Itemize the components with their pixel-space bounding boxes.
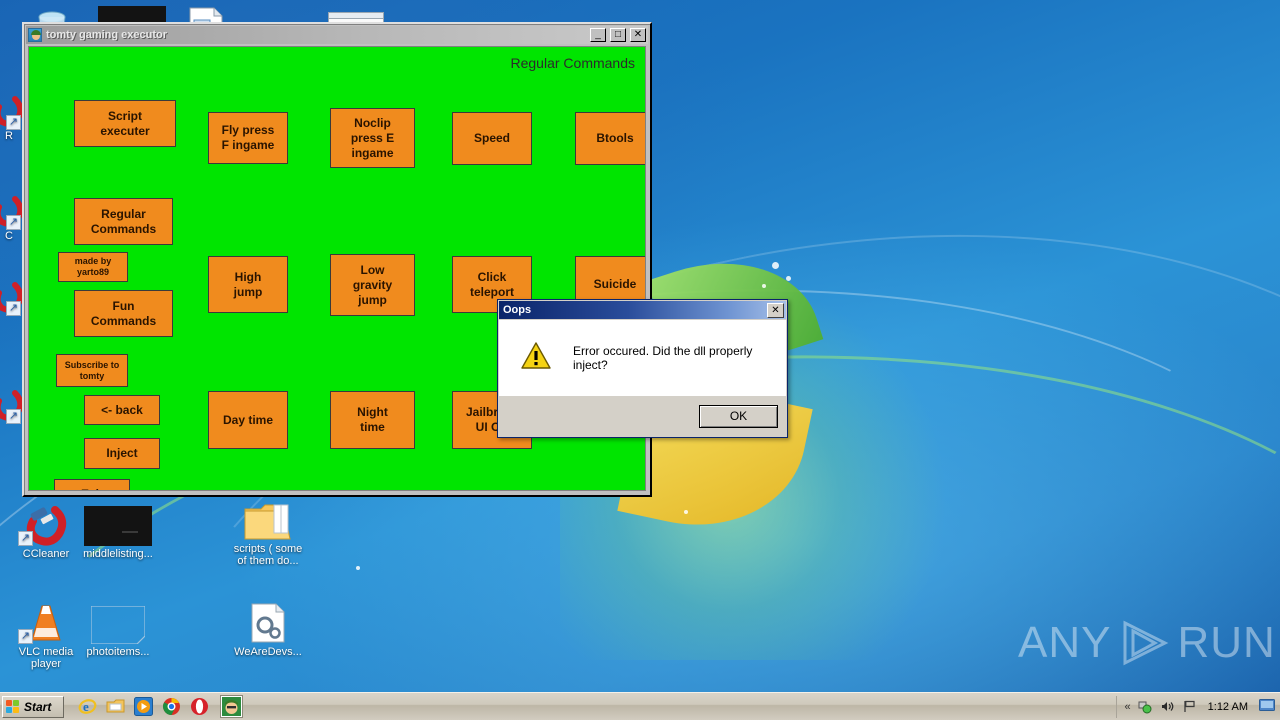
desktop-icon-label: photoitems... [86, 646, 150, 658]
command-button-exit[interactable]: Exit [54, 479, 130, 490]
shortcut-arrow-icon: ↗ [18, 531, 33, 546]
wallpaper-sparkle [786, 276, 791, 281]
wallpaper-sparkle [772, 262, 779, 269]
command-button-made-by[interactable]: made by yarto89 [58, 252, 128, 282]
internet-explorer-icon[interactable]: e [78, 697, 97, 716]
command-button-high-jump[interactable]: High jump [208, 256, 288, 313]
start-button[interactable]: Start [2, 695, 64, 718]
page-title: Regular Commands [510, 55, 636, 71]
shortcut-arrow-icon: ↗ [6, 215, 21, 230]
show-hidden-icons-button[interactable]: « [1125, 701, 1131, 713]
command-button-back[interactable]: <- back [84, 395, 160, 425]
command-button-day-time[interactable]: Day time [208, 391, 288, 449]
shortcut-arrow-icon: ↗ [6, 301, 21, 316]
command-button-speed[interactable]: Speed [452, 112, 532, 165]
clock[interactable]: 1:12 AM [1204, 701, 1252, 713]
command-button-noclip[interactable]: Noclip press E ingame [330, 108, 415, 168]
photoitems-icon [72, 598, 164, 644]
command-button-inject[interactable]: Inject [84, 438, 160, 469]
dialog-close-icon[interactable]: ✕ [767, 302, 784, 318]
wearedevs-icon [222, 598, 314, 644]
quick-launch-bar[interactable]: e [78, 697, 209, 716]
network-icon[interactable] [1138, 699, 1153, 714]
command-button-regular-commands[interactable]: Regular Commands [74, 198, 173, 245]
shortcut-arrow-icon: ↗ [6, 115, 21, 130]
opera-icon[interactable] [190, 697, 209, 716]
wallpaper-sparkle [762, 284, 766, 288]
windows-logo-icon [6, 699, 21, 714]
dialog-body: Error occured. Did the dll properly inje… [499, 320, 786, 396]
warning-triangle-icon [521, 342, 551, 374]
close-button[interactable]: ✕ [630, 28, 646, 42]
shortcut-arrow-icon: ↗ [18, 629, 33, 644]
anyrun-play-icon [1119, 620, 1169, 666]
start-label: Start [24, 699, 52, 714]
anyrun-watermark: ANY RUN [1018, 614, 1275, 672]
middlelisting-icon [72, 500, 164, 546]
desktop-icon-label: scripts ( some of them do... [233, 543, 303, 567]
shortcut-arrow-icon: ↗ [6, 409, 21, 424]
dialog-footer: OK [499, 395, 786, 436]
desktop-icon-label: WeAreDevs... [234, 646, 302, 658]
media-player-icon[interactable] [134, 697, 153, 716]
chrome-icon[interactable] [162, 697, 181, 716]
command-button-script-executer[interactable]: Script executer [74, 100, 176, 147]
desktop-icon-wearedevs[interactable]: WeAreDevs... [222, 598, 314, 658]
ok-button[interactable]: OK [699, 404, 778, 428]
volume-icon[interactable] [1160, 699, 1175, 714]
taskbar-tasks[interactable] [209, 695, 243, 718]
flag-action-center-icon[interactable] [1182, 699, 1197, 714]
show-desktop-icon[interactable] [1259, 699, 1275, 714]
taskbar-task-tomty[interactable] [220, 695, 243, 718]
desktop-icon-photoitems[interactable]: photoitems... [72, 598, 164, 658]
dialog-titlebar[interactable]: Oops ✕ [499, 301, 786, 319]
command-button-low-gravity-jump[interactable]: Low gravity jump [330, 254, 415, 316]
anyrun-text-right: RUN [1177, 618, 1276, 667]
desktop-icon-label: middlelisting... [83, 548, 153, 560]
dialog-title: Oops [503, 304, 532, 316]
minimize-button[interactable]: _ [590, 28, 606, 42]
command-button-subscribe[interactable]: Subscribe to tomty [56, 354, 128, 387]
scripts-folder-icon [222, 495, 314, 541]
taskbar[interactable]: Start e « 1:12 AM [0, 692, 1280, 720]
wallpaper-sparkle [356, 566, 360, 570]
maximize-button[interactable]: □ [610, 28, 626, 42]
windows-explorer-icon[interactable] [106, 697, 125, 716]
app-title: tomty gaming executor [46, 29, 168, 41]
wallpaper-sparkle [684, 510, 688, 514]
app-titlebar[interactable]: tomty gaming executor _ □ ✕ [26, 26, 648, 44]
command-button-fun-commands[interactable]: Fun Commands [74, 290, 173, 337]
system-tray[interactable]: « 1:12 AM [1115, 695, 1278, 718]
anyrun-text-left: ANY [1018, 618, 1112, 667]
command-button-btools[interactable]: Btools [575, 112, 645, 165]
dialog-message: Error occured. Did the dll properly inje… [573, 344, 753, 372]
error-dialog[interactable]: Oops ✕ Error occured. Did the dll proper… [497, 299, 788, 438]
desktop-icon-middlelisting[interactable]: middlelisting... [72, 500, 164, 560]
app-avatar-icon [28, 28, 42, 42]
desktop-icon-scripts-folder[interactable]: scripts ( some of them do... [222, 495, 314, 567]
command-button-night-time[interactable]: Night time [330, 391, 415, 449]
svg-text:e: e [83, 699, 89, 714]
command-button-fly[interactable]: Fly press F ingame [208, 112, 288, 164]
